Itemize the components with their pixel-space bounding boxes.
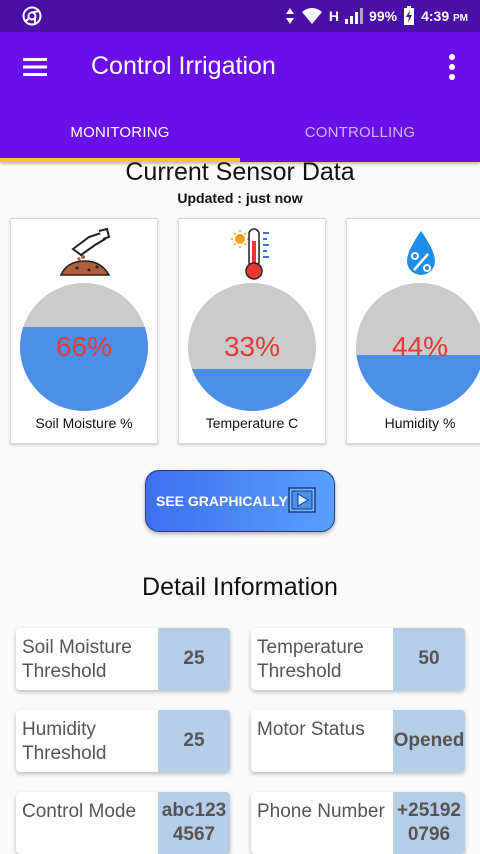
soil-moisture-label: Soil Moisture % <box>35 415 133 431</box>
detail-value: 25 <box>158 710 230 772</box>
see-graphically-button[interactable]: SEE GRAPHICALLY <box>145 470 335 532</box>
menu-icon[interactable] <box>22 54 48 80</box>
app-bar: Control Irrigation <box>0 32 480 102</box>
detail-label: Control Mode <box>22 801 137 822</box>
detail-section-title: Detail Information <box>142 573 338 601</box>
detail-label: Phone Number <box>257 801 385 822</box>
temperature-value: 33% <box>223 331 281 362</box>
detail-label: Motor Status <box>257 719 365 740</box>
soil-moisture-threshold-card: Soil Moisture Threshold 25 <box>16 628 230 690</box>
temperature-gauge: 33% <box>188 283 316 411</box>
humidity-card[interactable]: 44% Humidity % <box>346 218 480 444</box>
detail-value: Opened <box>393 710 465 772</box>
sensor-section-title: Current Sensor Data <box>125 158 355 186</box>
control-mode-card: Control Mode abc1234567 <box>16 792 230 854</box>
humidity-threshold-card: Humidity Threshold 25 <box>16 710 230 772</box>
more-options-icon[interactable] <box>444 52 460 82</box>
temperature-label: Temperature C <box>205 415 299 431</box>
updated-status: Updated : just now <box>177 190 303 206</box>
phone-number-card: Phone Number +251920796 <box>251 792 465 854</box>
app-title: Control Irrigation <box>91 52 276 80</box>
soil-moisture-card[interactable]: 66% Soil Moisture % <box>10 218 158 444</box>
temperature-card[interactable]: 33% Temperature C <box>178 218 326 444</box>
clock: 4:39 PM <box>421 8 468 24</box>
humidity-gauge: 44% <box>356 283 480 411</box>
temperature-threshold-card: Temperature Threshold 50 <box>251 628 465 690</box>
detail-label: Humidity Threshold <box>22 719 107 764</box>
detail-label: Temperature Threshold <box>257 637 364 682</box>
status-bar: H 99% 4:39 PM <box>0 0 480 32</box>
play-icon <box>288 487 316 513</box>
detail-value: 50 <box>393 628 465 690</box>
humidity-label: Humidity % <box>384 415 456 431</box>
wifi-icon <box>301 8 322 24</box>
tab-bar: MONITORING CONTROLLING <box>0 102 480 162</box>
soil-moisture-value: 66% <box>55 331 113 362</box>
detail-value: abc1234567 <box>158 792 230 854</box>
data-arrows-icon <box>285 8 294 24</box>
network-type: H <box>328 8 340 24</box>
signal-icon <box>345 8 364 24</box>
humidity-drop-icon <box>407 231 435 275</box>
chrome-icon <box>22 6 42 26</box>
tab-controlling[interactable]: CONTROLLING <box>240 102 480 162</box>
soil-hand-icon <box>59 227 111 276</box>
detail-value: 25 <box>158 628 230 690</box>
motor-status-card: Motor Status Opened <box>251 710 465 772</box>
detail-label: Soil Moisture Threshold <box>22 637 132 682</box>
battery-charging-icon <box>404 6 415 25</box>
humidity-value: 44% <box>391 331 449 362</box>
see-graphically-label: SEE GRAPHICALLY <box>156 493 288 509</box>
thermometer-icon <box>231 228 269 280</box>
battery-percent: 99% <box>369 8 398 24</box>
tab-monitoring[interactable]: MONITORING <box>0 102 240 162</box>
detail-value: +251920796 <box>393 792 465 854</box>
soil-moisture-gauge: 66% <box>20 283 148 411</box>
